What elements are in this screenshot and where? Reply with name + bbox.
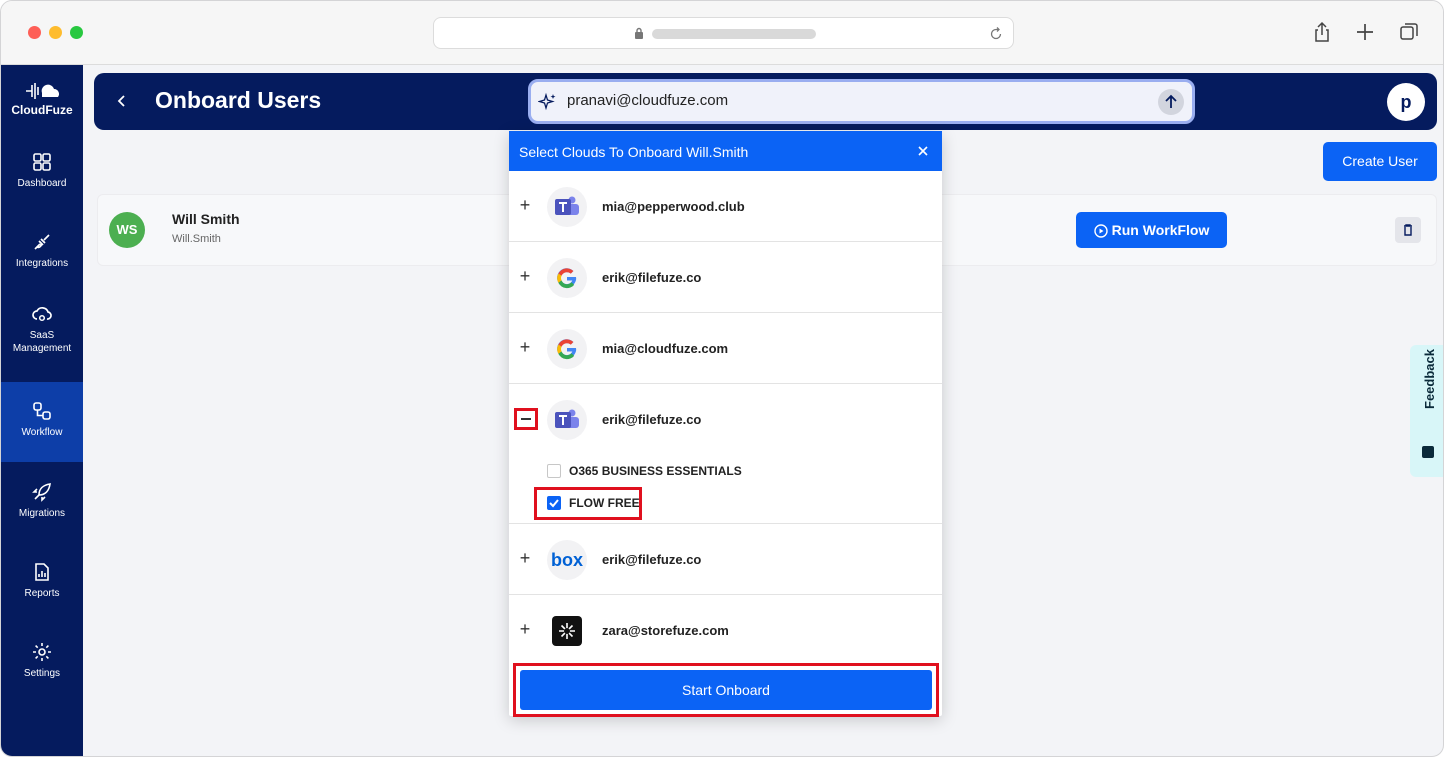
google-logo-icon <box>547 258 587 298</box>
reload-icon[interactable] <box>987 25 1005 43</box>
sidebar-item-label: Settings <box>23 668 61 679</box>
sidebar-item-label: Workflow <box>21 427 63 438</box>
expand-button[interactable]: + <box>519 266 531 287</box>
gear-icon <box>33 643 51 661</box>
expand-button[interactable]: + <box>519 548 531 569</box>
minimize-window-button[interactable] <box>49 26 62 39</box>
cloud-row[interactable]: + box erik@filefuze.co <box>509 524 942 595</box>
sidebar-item-label: Migrations <box>18 508 66 519</box>
sidebar-item-label: Reports <box>24 588 60 599</box>
dashboard-icon <box>33 153 51 171</box>
storefuze-logo-icon <box>547 611 587 651</box>
sidebar-item-label: Dashboard <box>17 178 67 189</box>
rocket-icon <box>32 483 51 502</box>
plan-label: O365 BUSINESS ESSENTIALS <box>569 464 742 478</box>
cloud-row[interactable]: + erik@filefuze.co <box>509 242 942 313</box>
browser-titlebar <box>1 1 1443 65</box>
cloudfuze-logo-icon <box>26 83 59 99</box>
cloud-email: erik@filefuze.co <box>602 552 702 567</box>
feedback-icon <box>1422 446 1434 458</box>
collapse-button[interactable] <box>514 408 538 430</box>
trash-icon <box>1404 224 1412 236</box>
highlight-box: Start Onboard <box>513 663 939 717</box>
url-redacted <box>652 29 816 39</box>
highlight-box <box>534 487 642 520</box>
run-workflow-button[interactable]: Run WorkFlow <box>1076 212 1227 248</box>
cloud-email: erik@filefuze.co <box>602 412 702 427</box>
user-avatar[interactable]: p <box>1387 83 1425 121</box>
user-name: Will Smith <box>172 211 240 227</box>
report-icon <box>35 563 49 581</box>
select-clouds-modal: Select Clouds To Onboard Will.Smith + mi… <box>509 131 942 717</box>
feedback-label: Feedback <box>1422 349 1437 409</box>
run-workflow-label: Run WorkFlow <box>1111 222 1210 238</box>
sparkle-icon <box>538 92 556 111</box>
share-icon[interactable] <box>1311 21 1333 43</box>
zoom-window-button[interactable] <box>70 26 83 39</box>
modal-header: Select Clouds To Onboard Will.Smith <box>509 131 942 171</box>
start-onboard-button[interactable]: Start Onboard <box>520 670 932 710</box>
box-logo-icon: box <box>547 540 587 580</box>
sidebar-item-integrations[interactable]: Integrations <box>1 231 83 309</box>
cloud-email: mia@cloudfuze.com <box>602 341 729 356</box>
lock-icon <box>635 27 643 39</box>
feedback-tab[interactable]: Feedback <box>1410 345 1443 477</box>
sidebar-item-label: SaaS Management <box>12 330 72 354</box>
sidebar: CloudFuze Dashboard Integrations SaaS Ma… <box>1 65 83 756</box>
browser-window: CloudFuze Dashboard Integrations SaaS Ma… <box>0 0 1444 757</box>
cloud-row[interactable]: + mia@pepperwood.club <box>509 171 942 242</box>
delete-user-button[interactable] <box>1395 217 1421 243</box>
cloud-row[interactable]: + zara@storefuze.com <box>509 595 942 666</box>
sidebar-item-label: Integrations <box>15 258 69 269</box>
new-tab-icon[interactable] <box>1354 21 1376 43</box>
close-icon[interactable] <box>916 144 930 158</box>
teams-logo-icon <box>547 400 587 440</box>
brand-logo[interactable]: CloudFuze <box>1 79 83 117</box>
sidebar-item-saas-management[interactable]: SaaS Management <box>1 303 83 381</box>
plug-icon <box>34 234 50 250</box>
google-logo-icon <box>547 329 587 369</box>
expand-button[interactable]: + <box>519 337 531 358</box>
expand-button[interactable]: + <box>519 619 531 640</box>
workflow-icon <box>33 402 51 420</box>
arrow-up-icon <box>1165 94 1177 108</box>
cloud-gear-icon <box>32 307 52 322</box>
cloud-email: erik@filefuze.co <box>602 270 702 285</box>
play-circle-icon <box>1093 224 1108 238</box>
close-window-button[interactable] <box>28 26 41 39</box>
sidebar-item-reports[interactable]: Reports <box>1 561 83 639</box>
modal-title: Select Clouds To Onboard Will.Smith <box>519 144 749 160</box>
minus-icon <box>521 418 531 420</box>
create-user-button[interactable]: Create User <box>1323 142 1437 181</box>
tab-overview-icon[interactable] <box>1398 21 1420 43</box>
back-chevron-icon[interactable] <box>114 91 130 111</box>
user-handle: Will.Smith <box>172 233 221 245</box>
plan-option-o365[interactable]: O365 BUSINESS ESSENTIALS <box>547 464 742 478</box>
cloud-email: zara@storefuze.com <box>602 623 729 638</box>
sidebar-item-settings[interactable]: Settings <box>1 641 83 719</box>
page-title: Onboard Users <box>155 87 322 113</box>
expand-button[interactable]: + <box>519 195 531 216</box>
user-initials-avatar: WS <box>109 212 145 248</box>
brand-name: CloudFuze <box>11 103 73 117</box>
ai-prompt-input[interactable]: pranavi@cloudfuze.com <box>528 79 1195 124</box>
cloud-row[interactable]: + mia@cloudfuze.com <box>509 313 942 384</box>
plan-checkbox[interactable] <box>547 464 561 478</box>
teams-logo-icon <box>547 187 587 227</box>
address-bar[interactable] <box>433 17 1014 49</box>
cloud-email: mia@pepperwood.club <box>602 199 745 214</box>
prompt-value: pranavi@cloudfuze.com <box>567 92 729 109</box>
sidebar-item-migrations[interactable]: Migrations <box>1 481 83 559</box>
send-button[interactable] <box>1158 89 1184 115</box>
sidebar-item-dashboard[interactable]: Dashboard <box>1 151 83 229</box>
sidebar-item-workflow[interactable]: Workflow <box>1 382 83 462</box>
